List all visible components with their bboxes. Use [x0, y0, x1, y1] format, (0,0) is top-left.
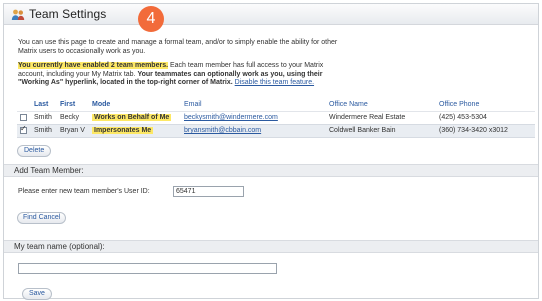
- col-header-first[interactable]: First: [57, 98, 89, 111]
- row-checkbox[interactable]: [20, 124, 27, 134]
- title-bar: Team Settings: [4, 4, 538, 25]
- notice-text-2: account, including your My Matrix tab.: [18, 70, 138, 78]
- select-column-header: [17, 98, 31, 111]
- delete-button[interactable]: Delete: [17, 145, 52, 157]
- team-members-table: Last First Mode Email Office Name Office…: [17, 98, 535, 138]
- team-icon: [11, 9, 25, 20]
- find-cancel-button-group: Find Cancel: [17, 212, 67, 224]
- email-link[interactable]: beckysmith@windermere.com: [184, 114, 278, 121]
- row-select-cell: [17, 110, 31, 124]
- cell-email: beckysmith@windermere.com: [181, 110, 326, 124]
- page-title: Team Settings: [29, 7, 107, 21]
- team-settings-panel: Team Settings 4 You can use this page to…: [3, 3, 539, 300]
- row-select-cell: [17, 123, 31, 138]
- col-header-last[interactable]: Last: [31, 98, 57, 111]
- table-header-row: Last First Mode Email Office Name Office…: [17, 98, 535, 111]
- notice-line-2: account, including your My Matrix tab. Y…: [18, 71, 458, 80]
- cell-office: Windermere Real Estate: [326, 110, 436, 124]
- cell-office: Coldwell Banker Bain: [326, 123, 436, 138]
- cancel-button[interactable]: Cancel: [39, 214, 61, 221]
- cell-mode: Works on Behalf of Me: [89, 110, 181, 124]
- intro-line-1: You can use this page to create and mana…: [18, 39, 338, 46]
- mode-badge: Works on Behalf of Me: [92, 114, 172, 121]
- notice-line-3: "Working As" hyperlink, located in the t…: [18, 79, 458, 88]
- cell-last: Smith: [31, 110, 57, 124]
- table-row: Smith Becky Works on Behalf of Me beckys…: [17, 110, 535, 124]
- notice-highlight: You currently have enabled 2 team member…: [18, 62, 169, 69]
- cell-first: Bryan V: [57, 123, 89, 138]
- team-name-header: My team name (optional):: [4, 240, 538, 253]
- cell-mode: Impersonates Me: [89, 123, 181, 138]
- notice-line-1: You currently have enabled 2 team member…: [18, 62, 458, 71]
- cell-phone: (360) 734-3420 x3012: [436, 123, 535, 138]
- email-link[interactable]: bryansmith@cbbain.com: [184, 127, 261, 134]
- cell-phone: (425) 453-5304: [436, 110, 535, 124]
- cell-first: Becky: [57, 110, 89, 124]
- table-row: Smith Bryan V Impersonates Me bryansmith…: [17, 123, 535, 138]
- disable-team-link[interactable]: Disable this team feature.: [235, 79, 314, 86]
- mode-badge: Impersonates Me: [92, 127, 154, 134]
- user-id-label: Please enter new team member's User ID:: [18, 188, 150, 195]
- add-member-header: Add Team Member:: [4, 164, 538, 177]
- team-name-input[interactable]: [18, 263, 277, 274]
- intro-text: You can use this page to create and mana…: [18, 38, 448, 56]
- find-button[interactable]: Find: [23, 214, 37, 221]
- notice-bold-1: Your teammates can optionally work as yo…: [137, 70, 323, 78]
- col-header-office-phone[interactable]: Office Phone: [436, 98, 535, 111]
- cell-email: bryansmith@cbbain.com: [181, 123, 326, 138]
- intro-line-2: Matrix users to occasionally work as you…: [18, 48, 146, 55]
- row-checkbox[interactable]: [20, 113, 27, 121]
- col-header-office-name[interactable]: Office Name: [326, 98, 436, 111]
- user-id-input[interactable]: 65471: [173, 186, 244, 197]
- notice-bold-2: "Working As" hyperlink, located in the t…: [18, 79, 233, 87]
- cell-last: Smith: [31, 123, 57, 138]
- col-header-email[interactable]: Email: [181, 98, 326, 111]
- save-button[interactable]: Save: [22, 288, 52, 300]
- notice-text-1: Each team member has full access to your…: [168, 62, 324, 69]
- col-header-mode[interactable]: Mode: [89, 98, 181, 111]
- team-notice: You currently have enabled 2 team member…: [18, 62, 458, 88]
- step-badge: 4: [138, 6, 164, 32]
